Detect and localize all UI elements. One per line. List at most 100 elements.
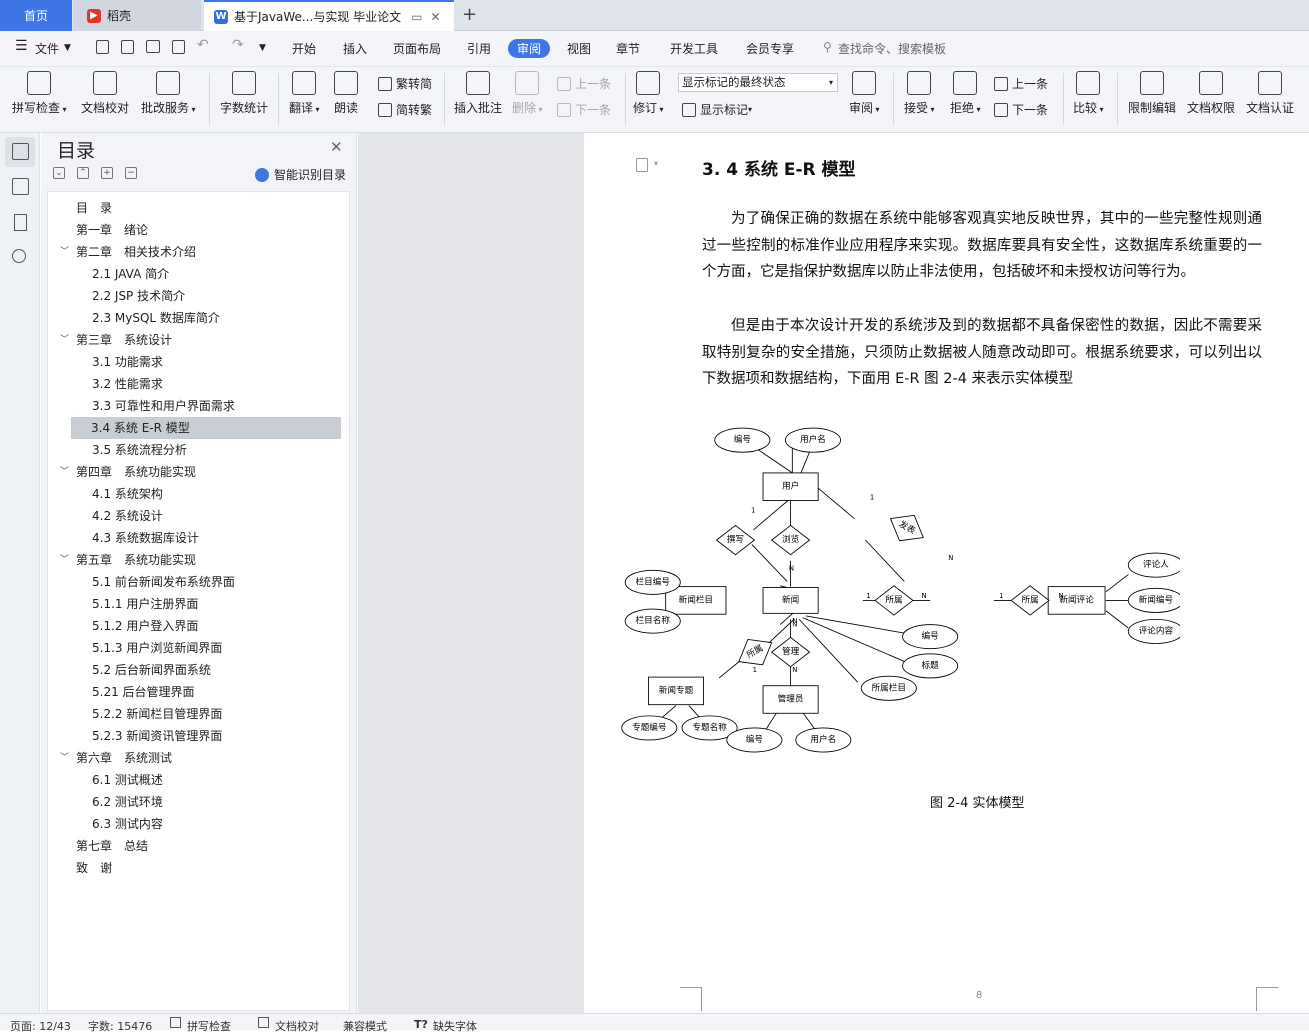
compare-button[interactable]: 比较 ▾ xyxy=(1073,71,1104,116)
toc-item[interactable]: 5.1.2 用户登入界面 xyxy=(48,615,351,637)
quick-access-more-icon[interactable]: ▼ xyxy=(259,43,266,53)
chevron-down-icon[interactable]: ﹀ xyxy=(60,241,69,263)
hamburger-icon[interactable]: ☰ xyxy=(15,38,28,54)
status-spell-check[interactable]: 拼写检查 xyxy=(187,1018,231,1034)
toc-item[interactable]: 5.2.3 新闻资讯管理界面 xyxy=(48,725,351,747)
close-tab-icon[interactable]: ✕ xyxy=(431,10,441,24)
tab-daoke[interactable]: ▶ 稻壳 xyxy=(73,0,201,31)
menu-view[interactable]: 视图 xyxy=(567,40,591,57)
expand-up-icon[interactable]: ⌃ xyxy=(77,167,89,179)
toc-item[interactable]: ﹀ 第五章 系统功能实现 xyxy=(48,549,351,571)
toc-item[interactable]: 5.2 后台新闻界面系统 xyxy=(48,659,351,681)
toc-item[interactable]: ﹀ 第六章 系统测试 xyxy=(48,747,351,769)
toc-item[interactable]: 目 录 xyxy=(48,197,351,219)
plus-icon[interactable]: + xyxy=(101,167,113,179)
document-certify-button[interactable]: 文档认证 xyxy=(1246,71,1294,116)
toc-item[interactable]: 致 谢 xyxy=(48,857,351,879)
review-pane-button[interactable]: 审阅 ▾ xyxy=(849,71,880,116)
toc-item[interactable]: 6.3 测试内容 xyxy=(48,813,351,835)
word-count-indicator[interactable]: 字数: 15476 xyxy=(88,1018,152,1034)
toc-item[interactable]: 6.1 测试概述 xyxy=(48,769,351,791)
toc-item[interactable]: 第一章 绪论 xyxy=(48,219,351,241)
toc-item[interactable]: 2.1 JAVA 简介 xyxy=(48,263,351,285)
menu-start[interactable]: 开始 xyxy=(292,40,316,57)
correction-service-button[interactable]: 批改服务 ▾ xyxy=(141,71,196,116)
redo-icon[interactable]: ↷ xyxy=(232,37,244,53)
toc-item[interactable]: 5.21 后台管理界面 xyxy=(48,681,351,703)
toc-item[interactable]: 2.2 JSP 技术简介 xyxy=(48,285,351,307)
menu-references[interactable]: 引用 xyxy=(467,40,491,57)
reject-button[interactable]: 拒绝 ▾ xyxy=(950,71,981,116)
print-icon[interactable] xyxy=(146,40,160,53)
tab-document[interactable]: W 基于JavaWe...与实现 毕业论文 ▭ ✕ xyxy=(204,0,454,31)
show-markup-button[interactable]: 显示标记 ▾ xyxy=(682,101,752,118)
menu-review[interactable]: 审阅 xyxy=(508,39,551,58)
next-comment-button[interactable]: 下一条 xyxy=(557,101,611,118)
toc-item[interactable]: 4.2 系统设计 xyxy=(48,505,351,527)
missing-font-indicator[interactable]: 缺失字体 xyxy=(433,1018,477,1034)
traditional-to-simplified-button[interactable]: 繁转简 xyxy=(378,75,432,92)
chevron-down-icon[interactable]: ﹀ xyxy=(60,549,69,571)
tab-home[interactable]: 首页 xyxy=(0,0,72,31)
toc-item[interactable]: 3.1 功能需求 xyxy=(48,351,351,373)
menu-developer[interactable]: 开发工具 xyxy=(670,40,718,57)
insert-comment-button[interactable]: 插入批注 xyxy=(454,71,502,116)
translate-button[interactable]: 翻译 ▾ xyxy=(289,71,320,116)
toc-item[interactable]: 5.2.2 新闻栏目管理界面 xyxy=(48,703,351,725)
accept-button[interactable]: 接受 ▾ xyxy=(904,71,935,116)
document-page[interactable]: ▾ 3. 4 系统 E-R 模型 为了确保正确的数据在系统中能够客观真实地反映世… xyxy=(584,133,1309,1013)
read-aloud-button[interactable]: 朗读 xyxy=(334,71,358,116)
restrict-editing-button[interactable]: 限制编辑 xyxy=(1128,71,1176,116)
search-icon[interactable]: ⚲ xyxy=(823,40,832,54)
toc-item[interactable]: 3.2 性能需求 xyxy=(48,373,351,395)
file-dropdown-icon[interactable]: ▼ xyxy=(64,43,71,53)
previous-comment-button[interactable]: 上一条 xyxy=(557,75,611,92)
document-permission-button[interactable]: 文档权限 xyxy=(1187,71,1235,116)
word-count-button[interactable]: 字数统计 xyxy=(220,71,268,116)
menu-chapter[interactable]: 章节 xyxy=(616,40,640,57)
chevron-down-icon[interactable]: ﹀ xyxy=(60,329,69,351)
toc-item[interactable]: ﹀ 第二章 相关技术介绍 xyxy=(48,241,351,263)
toc-item[interactable]: 6.2 测试环境 xyxy=(48,791,351,813)
proofread-button[interactable]: 文档校对 xyxy=(81,71,129,116)
close-icon[interactable]: ✕ xyxy=(330,138,343,156)
paragraph-menu-arrow-icon[interactable]: ▾ xyxy=(654,159,658,168)
toc-item[interactable]: 3.5 系统流程分析 xyxy=(48,439,351,461)
menu-page-layout[interactable]: 页面布局 xyxy=(393,40,441,57)
document-canvas[interactable]: ▾ 3. 4 系统 E-R 模型 为了确保正确的数据在系统中能够客观真实地反映世… xyxy=(358,133,1309,1013)
chevron-down-icon[interactable]: ﹀ xyxy=(60,461,69,483)
find-icon[interactable] xyxy=(12,249,26,263)
page-indicator[interactable]: 页面: 12/43 xyxy=(10,1018,71,1034)
toc-item[interactable]: 3.4 系统 E-R 模型 xyxy=(71,417,341,439)
toc-item[interactable]: 4.3 系统数据库设计 xyxy=(48,527,351,549)
monitor-icon[interactable]: ▭ xyxy=(411,10,422,24)
menu-file[interactable]: 文件 xyxy=(35,40,59,57)
toc-item[interactable]: 5.1 前台新闻发布系统界面 xyxy=(48,571,351,593)
print-preview-icon[interactable] xyxy=(172,40,185,54)
minus-icon[interactable]: − xyxy=(125,167,137,179)
toc-item[interactable]: 4.1 系统架构 xyxy=(48,483,351,505)
markup-state-select[interactable]: 显示标记的最终状态 ▾ xyxy=(678,73,838,92)
toc-item[interactable]: 第七章 总结 xyxy=(48,835,351,857)
toc-item[interactable]: 5.1.1 用户注册界面 xyxy=(48,593,351,615)
export-icon[interactable] xyxy=(121,40,134,54)
simplified-to-traditional-button[interactable]: 简转繁 xyxy=(378,101,432,118)
bookmark-icon[interactable] xyxy=(14,214,27,231)
spell-check-button[interactable]: 拼写检查 ▾ xyxy=(12,71,67,116)
menu-insert[interactable]: 插入 xyxy=(343,40,367,57)
toc-item[interactable]: 5.1.3 用户浏览新闻界面 xyxy=(48,637,351,659)
toc-item[interactable]: ﹀ 第四章 系统功能实现 xyxy=(48,461,351,483)
delete-comment-button[interactable]: 删除 ▾ xyxy=(512,71,543,116)
paragraph-menu-icon[interactable] xyxy=(636,158,648,172)
toc-item[interactable]: 2.3 MySQL 数据库简介 xyxy=(48,307,351,329)
save-icon[interactable] xyxy=(96,40,109,54)
next-change-button[interactable]: 下一条 xyxy=(994,101,1048,118)
toc-item[interactable]: 3.3 可靠性和用户界面需求 xyxy=(48,395,351,417)
toc-panel-icon[interactable] xyxy=(12,143,29,160)
track-changes-button[interactable]: 修订 ▾ xyxy=(633,71,664,116)
menu-member[interactable]: 会员专享 xyxy=(746,40,794,57)
new-tab-icon[interactable]: + xyxy=(462,4,477,25)
previous-change-button[interactable]: 上一条 xyxy=(994,75,1048,92)
chapter-nav-icon[interactable] xyxy=(12,178,29,195)
chevron-down-icon[interactable]: ﹀ xyxy=(60,747,69,769)
